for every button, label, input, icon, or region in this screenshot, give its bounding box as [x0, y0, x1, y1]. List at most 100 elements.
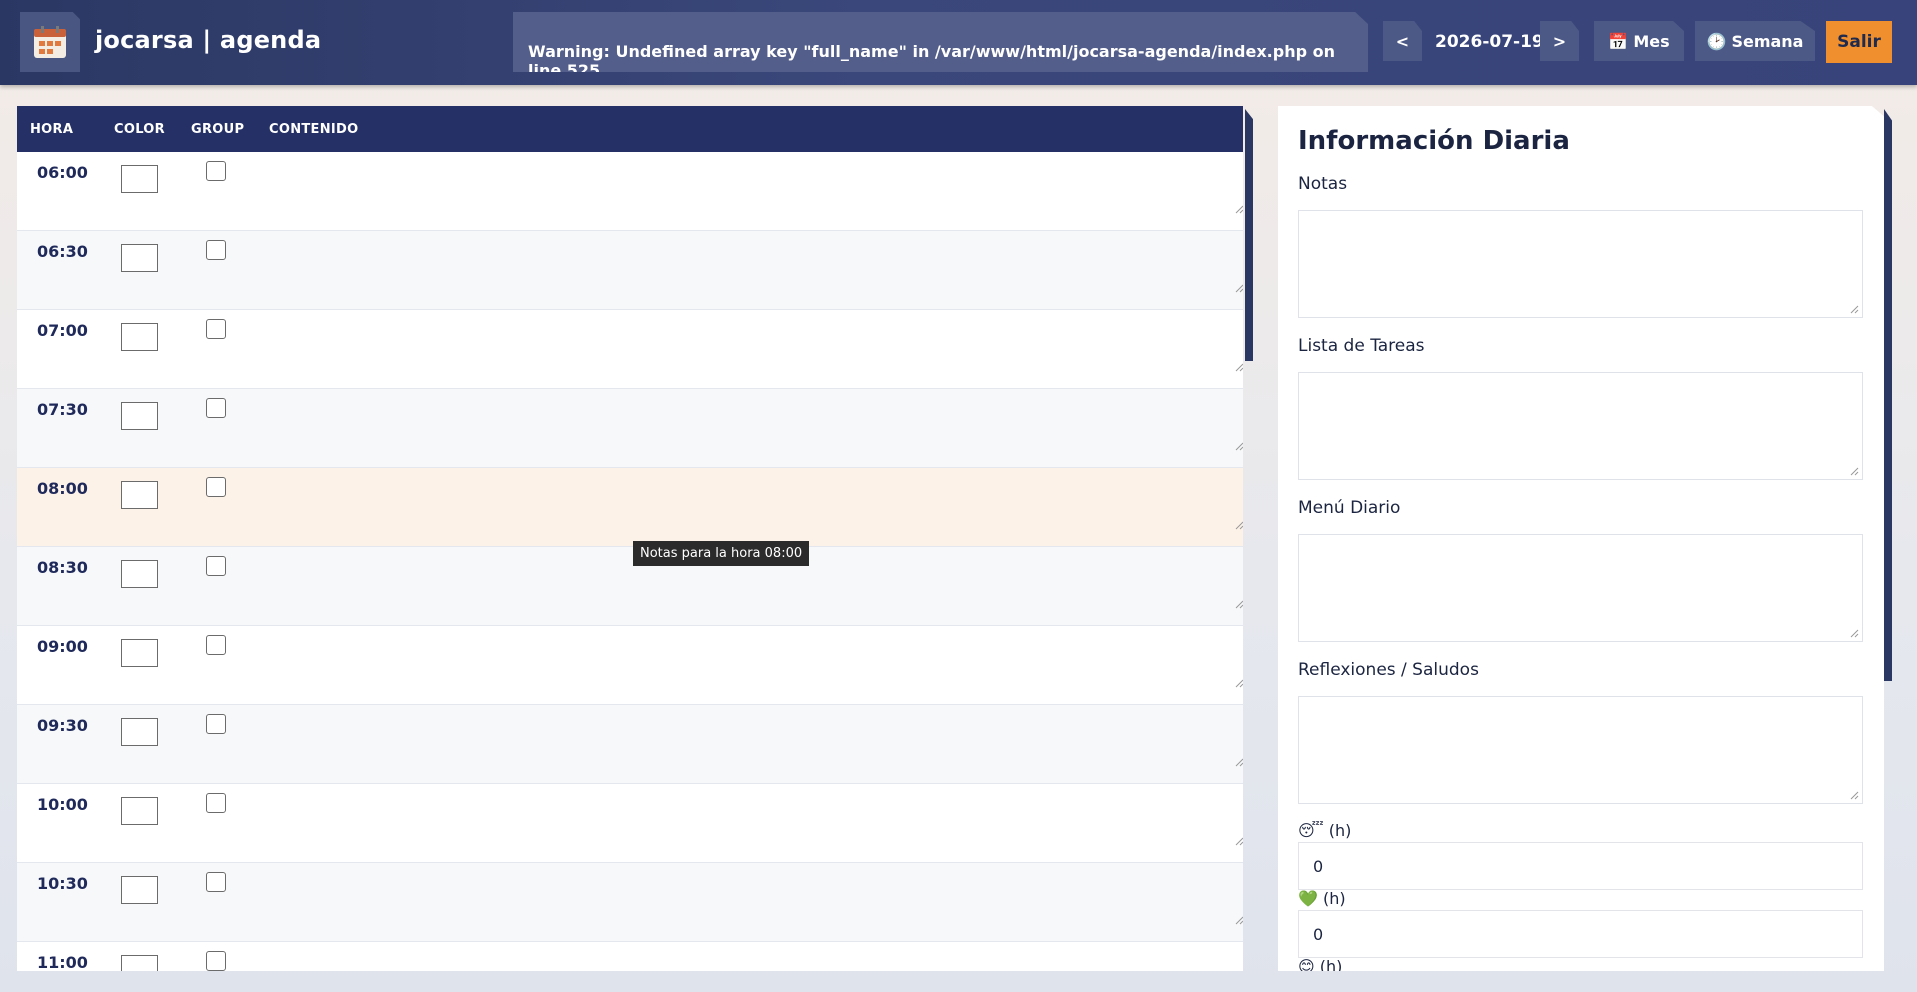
- smiling-face-icon: 😊: [1298, 957, 1315, 971]
- resize-handle-icon[interactable]: [1235, 600, 1243, 609]
- menu-label: Menú Diario: [1298, 498, 1401, 518]
- menu-textarea[interactable]: [1298, 534, 1863, 642]
- resize-handle-icon[interactable]: [1235, 442, 1243, 451]
- schedule-row: 07:30: [17, 389, 1243, 468]
- hour-content-textarea[interactable]: [267, 632, 1243, 696]
- resize-handle-icon[interactable]: [1850, 305, 1859, 314]
- week-view-label: Semana: [1731, 31, 1804, 51]
- schedule-row: 07:00: [17, 310, 1243, 389]
- schedule-header: HORA COLOR GROUP CONTENIDO: [17, 106, 1243, 152]
- sleep-hours-input[interactable]: 0: [1298, 842, 1863, 890]
- color-picker[interactable]: [121, 639, 158, 667]
- green-heart-icon: 💚: [1298, 889, 1318, 908]
- resize-handle-icon[interactable]: [1235, 363, 1243, 372]
- logout-button[interactable]: Salir: [1826, 21, 1892, 63]
- row-time: 07:30: [37, 400, 88, 419]
- week-view-button[interactable]: 🕑 Semana: [1695, 21, 1815, 61]
- group-checkbox[interactable]: [206, 319, 226, 339]
- resize-handle-icon[interactable]: [1235, 521, 1243, 530]
- resize-handle-icon[interactable]: [1235, 679, 1243, 688]
- hour-content-textarea[interactable]: [267, 790, 1243, 854]
- group-checkbox[interactable]: [206, 556, 226, 576]
- current-date: 2026-07-19: [1435, 32, 1544, 52]
- schedule-row: 08:00: [17, 468, 1243, 547]
- schedule-row: 06:00: [17, 152, 1243, 231]
- color-picker[interactable]: [121, 402, 158, 430]
- notes-label: Notas: [1298, 174, 1348, 194]
- schedule-row: 10:30: [17, 863, 1243, 942]
- resize-handle-icon[interactable]: [1235, 205, 1243, 214]
- group-checkbox[interactable]: [206, 793, 226, 813]
- top-bar: jocarsa | agenda Warning: Undefined arra…: [0, 0, 1917, 85]
- clock-icon: 🕑: [1706, 31, 1727, 51]
- reflections-label: Reflexiones / Saludos: [1298, 660, 1479, 680]
- color-picker[interactable]: [121, 797, 158, 825]
- app-title: jocarsa | agenda: [95, 26, 322, 54]
- schedule-scroll-accent: [1245, 109, 1253, 361]
- resize-handle-icon[interactable]: [1850, 791, 1859, 800]
- resize-handle-icon[interactable]: [1235, 758, 1243, 767]
- health-hours-label: 💚 (h): [1298, 889, 1346, 908]
- schedule-row: 11:00: [17, 942, 1243, 971]
- color-picker[interactable]: [121, 244, 158, 272]
- row-time: 10:00: [37, 795, 88, 814]
- group-checkbox[interactable]: [206, 240, 226, 260]
- group-checkbox[interactable]: [206, 398, 226, 418]
- row-time: 07:00: [37, 321, 88, 340]
- calendar-icon: 📅: [1608, 31, 1629, 51]
- schedule-row: 09:30: [17, 705, 1243, 784]
- row-time: 09:00: [37, 637, 88, 656]
- hour-content-textarea[interactable]: [267, 395, 1243, 459]
- info-scroll-accent: [1884, 109, 1892, 681]
- schedule-row: 08:30: [17, 547, 1243, 626]
- reflections-textarea[interactable]: [1298, 696, 1863, 804]
- resize-handle-icon[interactable]: [1235, 837, 1243, 846]
- group-checkbox[interactable]: [206, 635, 226, 655]
- resize-handle-icon[interactable]: [1235, 916, 1243, 925]
- row-time: 11:00: [37, 953, 88, 971]
- resize-handle-icon[interactable]: [1235, 284, 1243, 293]
- color-picker[interactable]: [121, 165, 158, 193]
- hour-content-textarea[interactable]: [267, 711, 1243, 775]
- row-time: 06:30: [37, 242, 88, 261]
- color-picker[interactable]: [121, 481, 158, 509]
- resize-handle-icon[interactable]: [1850, 467, 1859, 476]
- tasks-label: Lista de Tareas: [1298, 336, 1425, 356]
- color-picker[interactable]: [121, 955, 158, 971]
- sleeping-face-icon: 😴: [1298, 821, 1324, 840]
- health-hours-input[interactable]: 0: [1298, 910, 1863, 958]
- tasks-textarea[interactable]: [1298, 372, 1863, 480]
- hour-content-textarea[interactable]: [267, 237, 1243, 301]
- next-day-button[interactable]: >: [1540, 21, 1579, 61]
- row-time: 08:00: [37, 479, 88, 498]
- hour-content-textarea[interactable]: [267, 316, 1243, 380]
- row-time: 06:00: [37, 163, 88, 182]
- notes-textarea[interactable]: [1298, 210, 1863, 318]
- schedule-row: 10:00: [17, 784, 1243, 863]
- column-header-hora: HORA: [30, 122, 74, 137]
- hour-content-textarea[interactable]: [267, 158, 1243, 222]
- group-checkbox[interactable]: [206, 714, 226, 734]
- happy-hours-label: 😊 (h): [1298, 957, 1342, 971]
- group-checkbox[interactable]: [206, 161, 226, 181]
- color-picker[interactable]: [121, 560, 158, 588]
- hour-content-textarea[interactable]: [267, 474, 1243, 538]
- group-checkbox[interactable]: [206, 477, 226, 497]
- column-header-contenido: CONTENIDO: [269, 122, 359, 137]
- hour-content-textarea[interactable]: [267, 948, 1243, 971]
- month-view-label: Mes: [1633, 31, 1670, 51]
- color-picker[interactable]: [121, 876, 158, 904]
- app-logo[interactable]: [20, 12, 80, 72]
- group-checkbox[interactable]: [206, 951, 226, 971]
- calendar-icon: [34, 26, 66, 58]
- resize-handle-icon[interactable]: [1850, 629, 1859, 638]
- hour-content-textarea[interactable]: [267, 869, 1243, 933]
- color-picker[interactable]: [121, 718, 158, 746]
- prev-day-button[interactable]: <: [1383, 21, 1422, 61]
- color-picker[interactable]: [121, 323, 158, 351]
- schedule-rows: 06:00 06:30 07:00 07:30 08:00 08:30 09:00 09:30…: [17, 152, 1243, 971]
- column-header-color: COLOR: [114, 122, 165, 137]
- group-checkbox[interactable]: [206, 872, 226, 892]
- column-header-group: GROUP: [191, 122, 245, 137]
- month-view-button[interactable]: 📅 Mes: [1594, 21, 1684, 61]
